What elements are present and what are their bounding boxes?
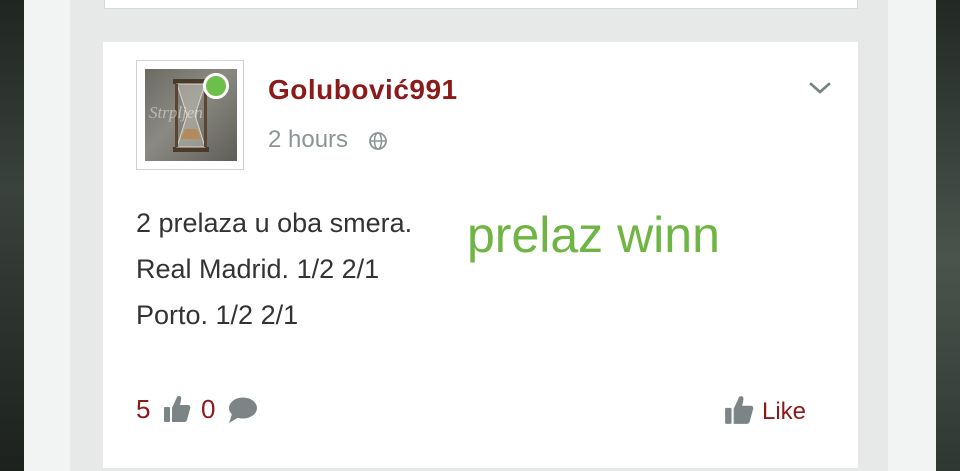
likes-count[interactable]: 5 xyxy=(136,394,150,425)
post-body: 2 prelaza u oba smera. Real Madrid. 1/2 … xyxy=(136,200,412,338)
thumbs-up-icon xyxy=(725,396,754,424)
post-sticker-text: prelaz winn xyxy=(467,207,720,263)
globe-icon xyxy=(369,132,387,150)
post-author-name[interactable]: Golubović991 xyxy=(268,74,458,106)
thumbs-up-icon[interactable] xyxy=(163,394,191,424)
avatar-watermark: Strpljen xyxy=(149,103,203,122)
background-left xyxy=(0,0,24,471)
comments-count[interactable]: 0 xyxy=(201,394,215,425)
post-line: Real Madrid. 1/2 2/1 xyxy=(136,254,380,284)
previous-post-card xyxy=(104,0,858,9)
like-button-label: Like xyxy=(762,398,807,425)
online-status-dot xyxy=(203,73,229,99)
comment-bubble-icon[interactable] xyxy=(226,396,258,424)
background-right xyxy=(936,0,960,471)
post-line: Porto. 1/2 2/1 xyxy=(136,300,299,330)
post-timestamp[interactable]: 2 hours xyxy=(268,126,348,154)
chevron-down-icon[interactable] xyxy=(808,80,832,96)
avatar-frame[interactable]: Strpljen xyxy=(136,60,244,170)
post-line: 2 prelaza u oba smera. xyxy=(136,208,413,238)
